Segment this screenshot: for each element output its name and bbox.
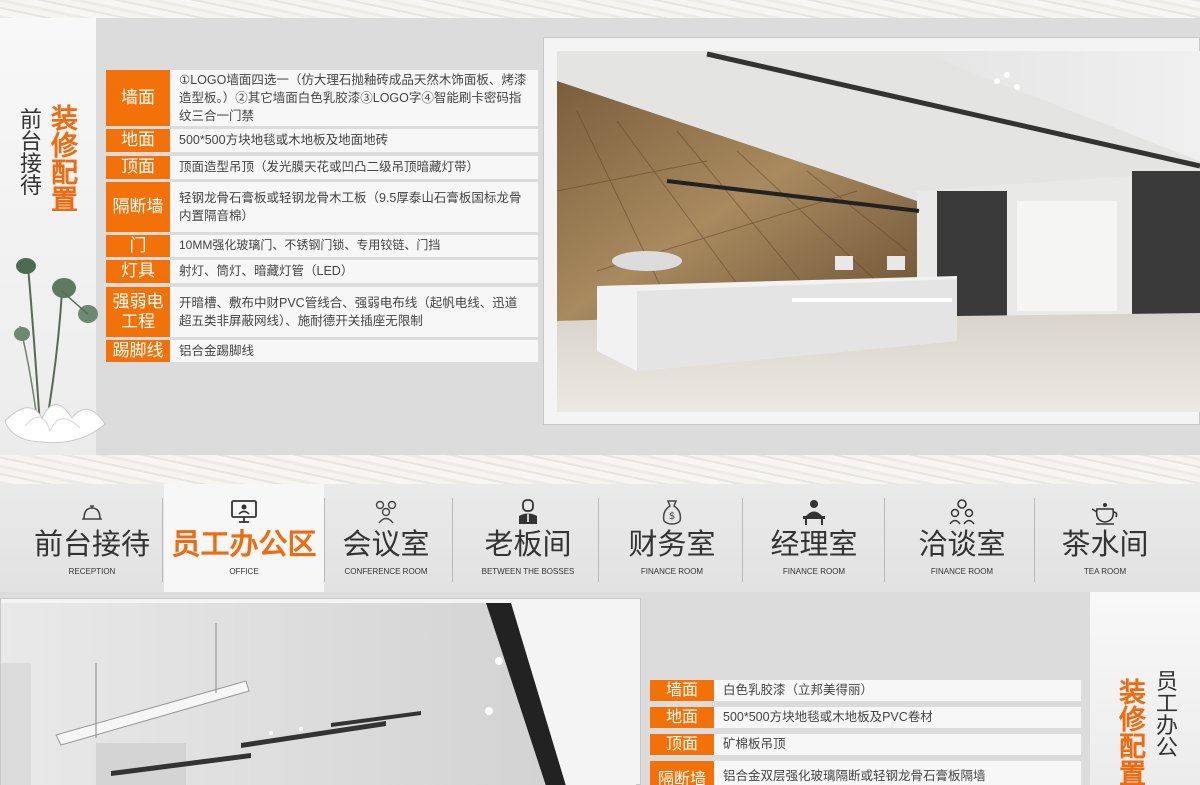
- nav-tab-negotiation[interactable]: 洽谈室 FINANCE ROOM: [892, 484, 1032, 592]
- config-row-ceiling: 顶面 矿棉板吊顶: [650, 734, 1081, 755]
- config-row-electrical: 强弱电工程 开暗槽、敷布中财PVC管线合、强弱电布线（起帆电线、迅道超五类非屏蔽…: [106, 287, 538, 337]
- svg-text:$: $: [669, 511, 675, 522]
- boss-person-icon: [519, 499, 537, 524]
- config-row-partition: 隔断墙 铝合金双层强化玻璃隔断或轻钢龙骨石膏板隔墙: [650, 761, 1081, 785]
- config-row-floor: 地面 500*500方块地毯或木地板及PVC卷材: [650, 707, 1081, 728]
- nav-tab-title: 财务室: [628, 527, 716, 561]
- nav-divider: [742, 498, 743, 582]
- nav-tab-subtitle: RECEPTION: [68, 567, 116, 576]
- config-row-wall: 墙面 ①LOGO墙面四选一（仿大理石抛釉砖成品天然木饰面板、烤漆造型板。）②其它…: [106, 70, 538, 126]
- nav-tab-subtitle: FINANCE ROOM: [640, 567, 704, 576]
- config-row-lighting: 灯具 射灯、筒灯、暗藏灯管（LED）: [106, 260, 538, 283]
- config-row-floor: 地面 500*500方块地毯或木地板及地面地砖: [106, 129, 538, 152]
- nav-divider: [162, 498, 163, 582]
- section-title-reception: 前 台 接 待: [20, 108, 43, 199]
- people-group-icon: [375, 500, 397, 524]
- config-table: 墙面 ①LOGO墙面四选一（仿大理石抛釉砖成品天然木饰面板、烤漆造型板。）②其它…: [106, 70, 538, 362]
- nav-tab-title: 会议室: [342, 527, 430, 561]
- config-row-ceiling: 顶面 顶面造型吊顶（发光膜天花或凹凸二级吊顶暗藏灯带）: [106, 156, 538, 179]
- nav-tab-title: 经理室: [770, 527, 858, 561]
- paper-texture-divider: [0, 455, 1200, 484]
- room-category-nav: 前台接待 RECEPTION 员工办公区 OFFICE 会议室 CONFEREN…: [0, 484, 1200, 592]
- nav-tab-subtitle: FINANCE ROOM: [782, 567, 846, 576]
- nav-tab-office[interactable]: 员工办公区 OFFICE: [164, 484, 324, 592]
- nav-tab-title: 前台接待: [33, 527, 150, 561]
- section-title-decoration: 装 修 配 置: [51, 104, 78, 216]
- nav-tab-title: 茶水间: [1061, 527, 1149, 561]
- nav-tab-title: 老板间: [484, 527, 572, 561]
- nav-tab-subtitle: OFFICE: [229, 567, 259, 576]
- reception-rendering-image: [557, 51, 1200, 412]
- money-bag-icon: $: [662, 500, 682, 525]
- office-config-section: 墙面 白色乳胶漆（立邦美得丽） 地面 500*500方块地毯或木地板及PVC卷材…: [0, 592, 1200, 785]
- nav-tab-subtitle: BETWEEN THE BOSSES: [481, 567, 575, 576]
- negotiation-icon: [949, 499, 975, 525]
- config-row-skirting: 踢脚线 铝合金踢脚线: [106, 340, 538, 362]
- config-table: 墙面 白色乳胶漆（立邦美得丽） 地面 500*500方块地毯或木地板及PVC卷材…: [650, 680, 1081, 785]
- nav-tab-finance[interactable]: $ 财务室 FINANCE ROOM: [602, 484, 742, 592]
- nav-tab-tea-room[interactable]: 茶水间 TEA ROOM: [1036, 484, 1174, 592]
- teapot-icon: [1091, 503, 1118, 525]
- reception-photo-frame: [543, 37, 1200, 425]
- config-row-wall: 墙面 白色乳胶漆（立邦美得丽）: [650, 680, 1081, 701]
- nav-tab-subtitle: TEA ROOM: [1083, 567, 1127, 576]
- nav-divider: [1034, 498, 1035, 582]
- office-photo-frame: [0, 598, 641, 785]
- paper-texture-top: [0, 0, 1200, 18]
- reception-bell-icon: [82, 505, 102, 520]
- office-rendering-image: [1, 603, 636, 785]
- section-title-decoration: 装 修 配 置: [1119, 678, 1146, 785]
- nav-tab-title: 员工办公区: [171, 527, 317, 561]
- nav-tab-reception[interactable]: 前台接待 RECEPTION: [22, 484, 162, 592]
- nav-tab-title: 洽谈室: [918, 527, 1006, 561]
- reception-config-section: 装 修 配 置 前 台 接 待 墙面 ①LOGO墙面四选一（仿大理石抛釉砖成品天…: [0, 18, 1200, 455]
- nav-tab-manager[interactable]: 经理室 FINANCE ROOM: [744, 484, 884, 592]
- computer-monitor-icon: [231, 500, 257, 523]
- manager-desk-icon: [803, 500, 825, 525]
- lotus-ink-decoration: [4, 258, 106, 444]
- nav-divider: [452, 498, 453, 582]
- nav-tab-subtitle: CONFERENCE ROOM: [344, 567, 428, 576]
- config-row-door: 门 10MM强化玻璃门、不锈钢门锁、专用铰链、门挡: [106, 235, 538, 257]
- nav-tab-conference[interactable]: 会议室 CONFERENCE ROOM: [316, 484, 456, 592]
- nav-tab-subtitle: FINANCE ROOM: [930, 567, 994, 576]
- nav-divider: [598, 498, 599, 582]
- nav-tab-boss-room[interactable]: 老板间 BETWEEN THE BOSSES: [458, 484, 598, 592]
- config-row-partition: 隔断墙 轻钢龙骨石膏板或轻钢龙骨木工板（9.5厚泰山石膏板国标龙骨内置隔音棉）: [106, 182, 538, 232]
- section-title-office: 员 工 办 公: [1156, 670, 1179, 761]
- nav-divider: [884, 498, 885, 582]
